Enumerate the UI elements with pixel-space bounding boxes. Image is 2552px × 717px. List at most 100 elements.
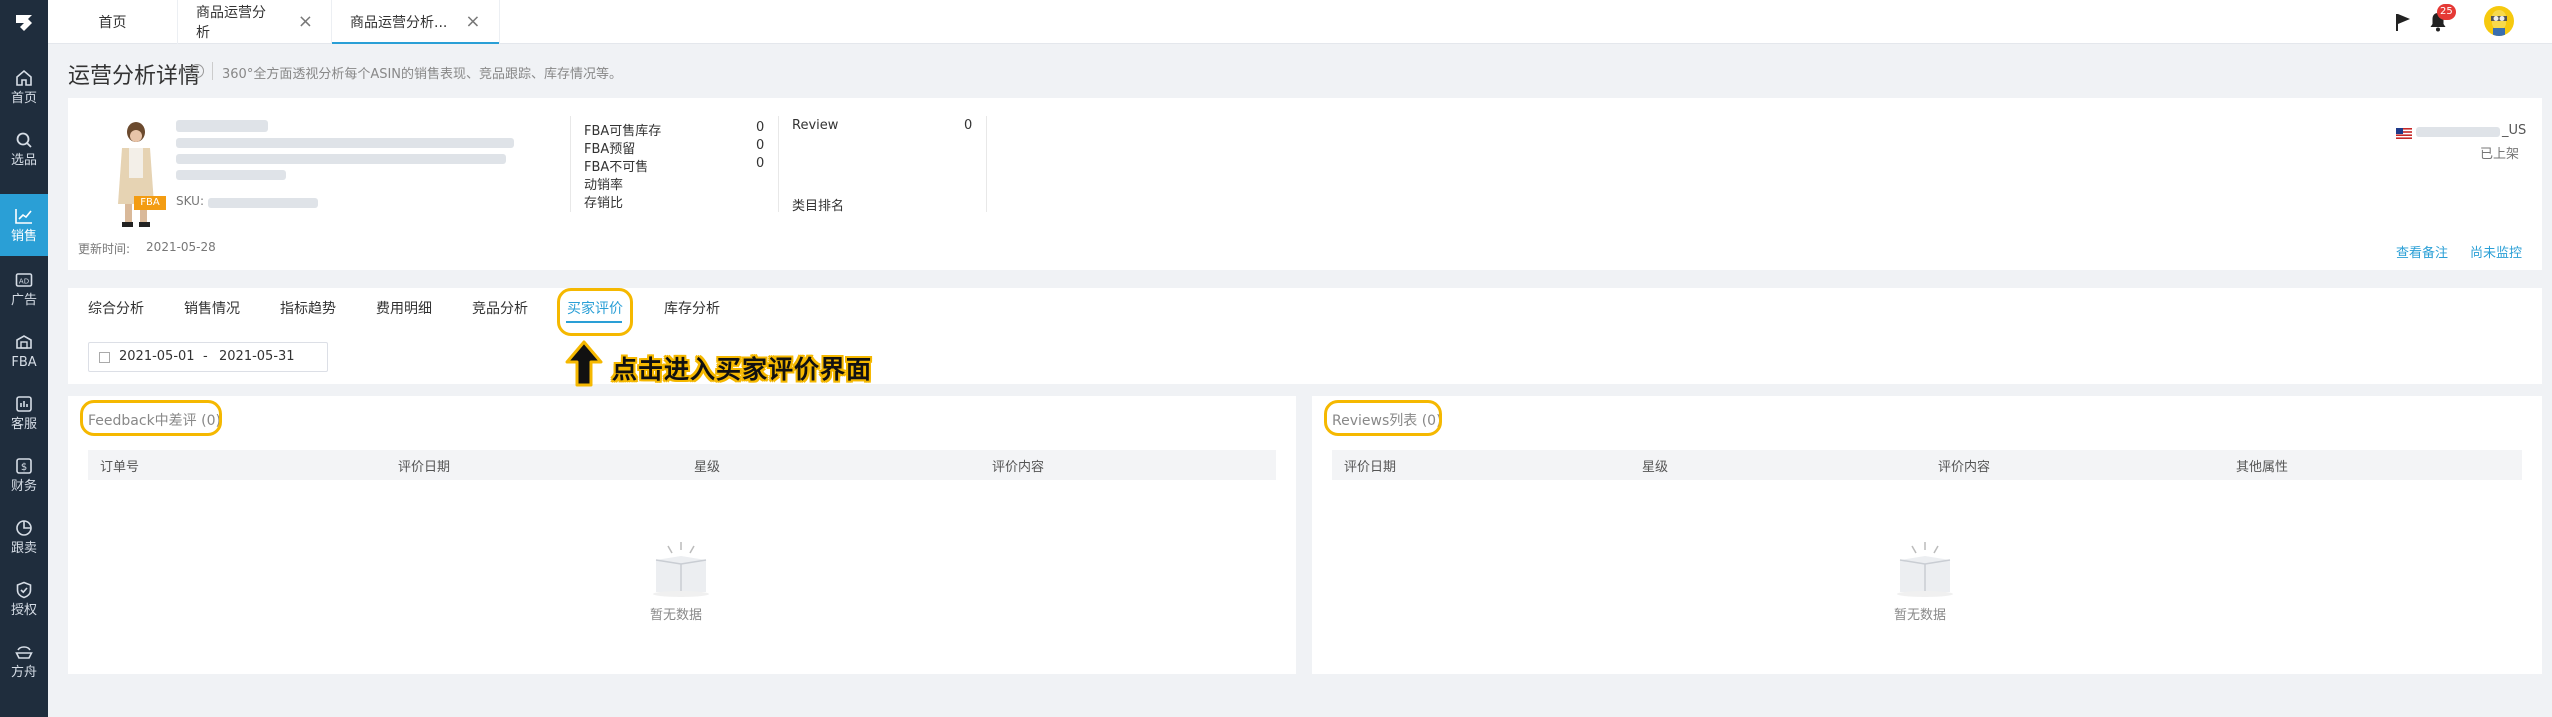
close-icon[interactable]: × <box>298 13 313 31</box>
chart-line-icon <box>15 209 32 224</box>
logo-icon <box>16 15 32 31</box>
sidebar-item-ads[interactable]: AD 广告 <box>0 258 48 320</box>
sidebar-item-finance[interactable]: $ 财务 <box>0 444 48 506</box>
column-header: 评价内容 <box>1938 460 1991 475</box>
column-header: 评价内容 <box>992 460 1045 475</box>
sidebar-item-label: 客服 <box>10 417 37 432</box>
sidebar-item-sales[interactable]: 销售 <box>0 194 48 256</box>
page-description: 360°全方面透视分析每个ASIN的销售表现、竞品跟踪、库存情况等。 <box>222 67 623 82</box>
empty-box-icon <box>1897 542 1953 597</box>
tab-label: 商品运营分析... <box>350 15 448 31</box>
flag-icon[interactable] <box>2394 12 2412 32</box>
sidebar-item-label: FBA <box>11 355 37 370</box>
metric-label: FBA不可售 <box>584 160 649 175</box>
metric-value: 0 <box>756 120 765 135</box>
pie-icon <box>16 520 32 536</box>
product-name-redacted <box>176 120 268 132</box>
tab-highlight-ring <box>557 288 633 336</box>
service-icon <box>16 396 32 412</box>
tab-home[interactable]: 首页 <box>48 0 178 44</box>
product-image[interactable] <box>98 118 168 228</box>
sidebar-item-home[interactable]: 首页 <box>0 56 48 118</box>
tab-product-operation-analysis[interactable]: 商品运营分析 × <box>178 0 332 44</box>
product-summary-card <box>68 98 2542 270</box>
metric-value: 0 <box>756 156 765 171</box>
reviews-panel: Reviews列表 (0) 评价日期 星级 评价内容 其他属性 暂无数据 <box>1312 396 2542 674</box>
home-icon <box>16 69 32 86</box>
column-header: 星级 <box>694 460 721 475</box>
close-icon[interactable]: × <box>465 13 480 31</box>
warehouse-icon <box>16 335 32 349</box>
sku-value-redacted <box>208 198 318 208</box>
panel-title-highlight <box>80 400 222 436</box>
analysis-tabs-card <box>68 288 2542 384</box>
sidebar-item-label: 财务 <box>10 479 37 494</box>
tab-fee-details[interactable]: 费用明细 <box>376 298 432 318</box>
fba-badge: FBA <box>134 196 166 210</box>
empty-state-text: 暂无数据 <box>1894 608 1947 623</box>
notification-badge: 25 <box>2437 4 2456 20</box>
feedback-panel: Feedback中差评 (0) 订单号 评价日期 星级 评价内容 暂无数据 <box>68 396 1296 674</box>
info-icon[interactable]: i <box>190 64 204 78</box>
empty-box-icon <box>653 542 709 597</box>
tab-overall-analysis[interactable]: 综合分析 <box>88 298 144 318</box>
metric-value: 0 <box>756 138 765 153</box>
avatar[interactable] <box>2484 6 2514 36</box>
title-divider <box>212 62 213 80</box>
ad-icon: AD <box>15 273 33 287</box>
sidebar-item-follow-sell[interactable]: 跟卖 <box>0 506 48 568</box>
divider <box>778 116 779 212</box>
tab-sales[interactable]: 销售情况 <box>184 298 240 318</box>
review-value: 0 <box>964 118 973 133</box>
metric-label: FBA可售库存 <box>584 124 662 139</box>
app-logo[interactable] <box>0 0 48 44</box>
store-name-redacted <box>2416 127 2500 137</box>
product-title-redacted <box>176 138 514 148</box>
sidebar-item-customer-service[interactable]: 客服 <box>0 382 48 444</box>
column-header: 评价日期 <box>1344 460 1397 475</box>
tab-label: 首页 <box>98 15 127 31</box>
empty-state-text: 暂无数据 <box>650 608 703 623</box>
sidebar-item-label: 方舟 <box>10 665 37 680</box>
tab-inventory-analysis[interactable]: 库存分析 <box>664 298 720 318</box>
divider <box>986 116 987 212</box>
ark-icon <box>15 646 33 659</box>
date-range-picker[interactable]: 2021-05-01 - 2021-05-31 <box>88 342 328 372</box>
sidebar-item-fba[interactable]: FBA <box>0 320 48 382</box>
sidebar-item-authorization[interactable]: 授权 <box>0 568 48 630</box>
view-notes-link[interactable]: 查看备注 <box>2396 242 2448 261</box>
sku-label: SKU: <box>176 194 204 208</box>
divider <box>570 116 571 212</box>
listing-status: 已上架 <box>2480 147 2520 162</box>
date-end: 2021-05-31 <box>219 349 295 364</box>
product-title-redacted <box>176 170 286 180</box>
monitor-link[interactable]: 尚未监控 <box>2470 242 2522 261</box>
metric-label: 动销率 <box>584 178 624 193</box>
sidebar-item-label: 首页 <box>10 91 37 106</box>
sidebar-item-label: 广告 <box>10 293 37 308</box>
us-flag-icon <box>2396 128 2412 139</box>
avatar-icon <box>2491 10 2507 36</box>
date-start: 2021-05-01 <box>119 349 195 364</box>
sidebar-item-product-selection[interactable]: 选品 <box>0 118 48 180</box>
panel-title-highlight <box>1324 400 1442 436</box>
product-title-redacted <box>176 154 506 164</box>
sidebar-item-ark[interactable]: 方舟 <box>0 630 48 692</box>
metric-label: 存销比 <box>584 196 624 211</box>
update-time: 更新时间: 2021-05-28 <box>78 240 216 257</box>
tab-competitor-analysis[interactable]: 竞品分析 <box>472 298 528 318</box>
tab-label: 商品运营分析 <box>196 5 266 41</box>
sidebar-item-label: 选品 <box>10 153 37 168</box>
arrow-up-icon <box>565 340 603 387</box>
column-header: 星级 <box>1642 460 1669 475</box>
review-label: Review <box>792 118 839 133</box>
calendar-icon <box>99 352 110 363</box>
update-time-label: 更新时间: <box>78 242 131 256</box>
annotation-callout: 点击进入买家评价界面 <box>612 355 873 384</box>
svg-text:AD: AD <box>19 278 29 286</box>
tab-metric-trends[interactable]: 指标趋势 <box>280 298 336 318</box>
tab-product-operation-analysis-detail[interactable]: 商品运营分析... × <box>332 0 500 44</box>
page-title: 运营分析详情 <box>68 64 201 89</box>
sidebar-item-label: 销售 <box>10 229 37 244</box>
update-time-value: 2021-05-28 <box>146 240 216 254</box>
